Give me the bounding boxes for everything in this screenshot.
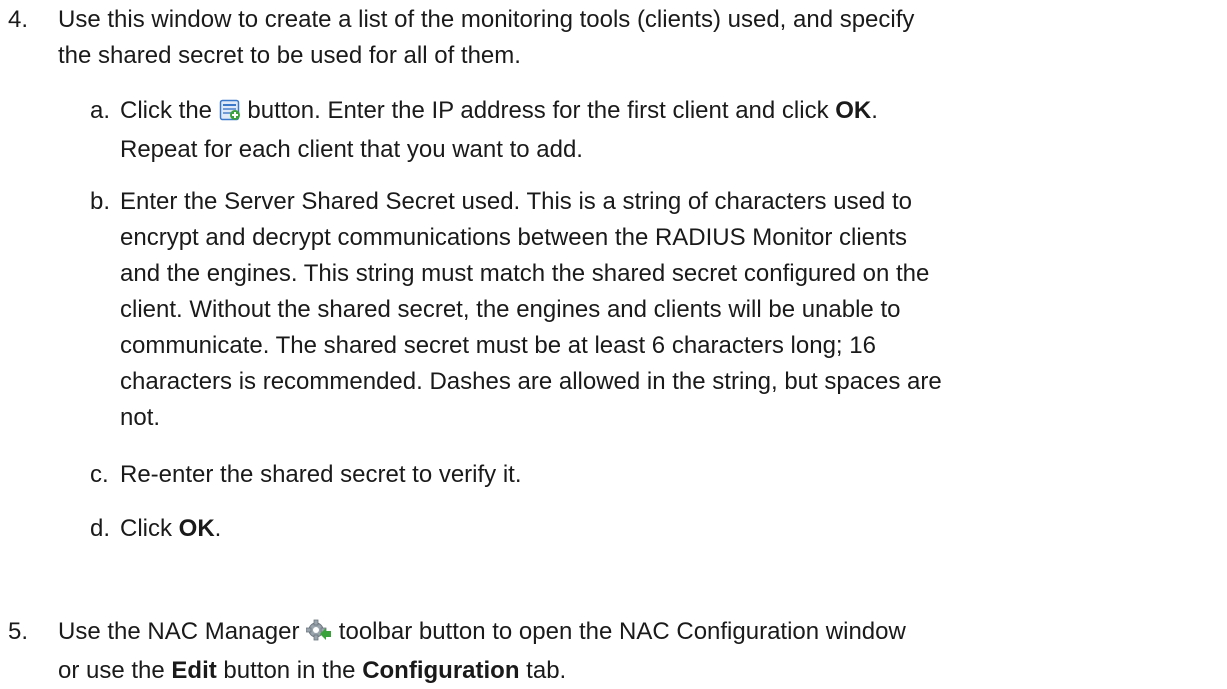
- text-line: Use this window to create a list of the …: [58, 6, 915, 33]
- substep-c: c. Re-enter the shared secret to verify …: [0, 457, 1227, 497]
- substep-letter: b.: [90, 188, 111, 215]
- text-run: .: [871, 97, 878, 124]
- text-run: toolbar button to open the NAC Configura…: [338, 618, 906, 645]
- substep-d: d. Click OK.: [0, 511, 1227, 551]
- text-run: Click: [120, 515, 172, 542]
- text-line: not.: [120, 404, 161, 431]
- step-4-text: Use this window to create a list of the …: [58, 2, 1198, 74]
- step-5-text: Use the NAC Manager toolbar button to op…: [58, 614, 1198, 689]
- substep-d-text: Click OK.: [120, 511, 1220, 547]
- step-number: 4.: [8, 6, 29, 33]
- substep-letter: a.: [90, 97, 111, 124]
- bold-ok: OK: [835, 97, 872, 124]
- step-4: 4. Use this window to create a list of t…: [0, 2, 1227, 82]
- substep-b: b. Enter the Server Shared Secret used. …: [0, 184, 1227, 438]
- text-run: Use the NAC Manager: [58, 618, 300, 645]
- step-5: 5. Use the NAC Manager toolbar button to…: [0, 614, 1227, 689]
- text-run: tab.: [526, 657, 567, 684]
- bold-configuration: Configuration: [362, 657, 520, 684]
- bold-ok: OK: [178, 515, 215, 542]
- text-line: the shared secret to be used for all of …: [58, 42, 521, 69]
- substep-letter: d.: [90, 515, 111, 542]
- text-line: characters is recommended. Dashes are al…: [120, 368, 942, 395]
- text-line: client. Without the shared secret, the e…: [120, 296, 901, 323]
- text-line: Click the button. Enter the IP address f…: [120, 93, 1220, 132]
- nac-manager-gear-icon: [305, 617, 332, 653]
- text-line: Re-enter the shared secret to verify it.: [120, 461, 522, 488]
- text-line: or use the Edit button in the Configurat…: [58, 653, 1198, 689]
- text-run: Click the: [120, 97, 213, 124]
- text-run: .: [214, 515, 222, 542]
- substep-c-text: Re-enter the shared secret to verify it.: [120, 457, 1220, 493]
- text-line: encrypt and decrypt communications betwe…: [120, 224, 908, 251]
- text-line: and the engines. This string must match …: [120, 260, 930, 287]
- substep-b-text: Enter the Server Shared Secret used. Thi…: [120, 184, 1220, 436]
- bold-edit: Edit: [171, 657, 217, 684]
- substep-a: a. Click the button. Enter the IP addres…: [0, 93, 1227, 173]
- text-line: communicate. The shared secret must be a…: [120, 332, 876, 359]
- text-line: Repeat for each client that you want to …: [120, 136, 583, 163]
- document-page: 4. Use this window to create a list of t…: [0, 0, 1227, 689]
- text-run: button. Enter the IP address for the fir…: [247, 97, 829, 124]
- add-client-icon: [219, 96, 241, 132]
- text-line: Enter the Server Shared Secret used. Thi…: [120, 188, 912, 215]
- substep-a-text: Click the button. Enter the IP address f…: [120, 93, 1220, 168]
- text-run: or use the: [58, 657, 165, 684]
- text-run: button in the: [223, 657, 356, 684]
- substep-letter: c.: [90, 461, 109, 488]
- text-line: Use the NAC Manager toolbar button to op…: [58, 614, 1198, 653]
- text-line: Click OK.: [120, 511, 1220, 547]
- step-number: 5.: [8, 618, 29, 645]
